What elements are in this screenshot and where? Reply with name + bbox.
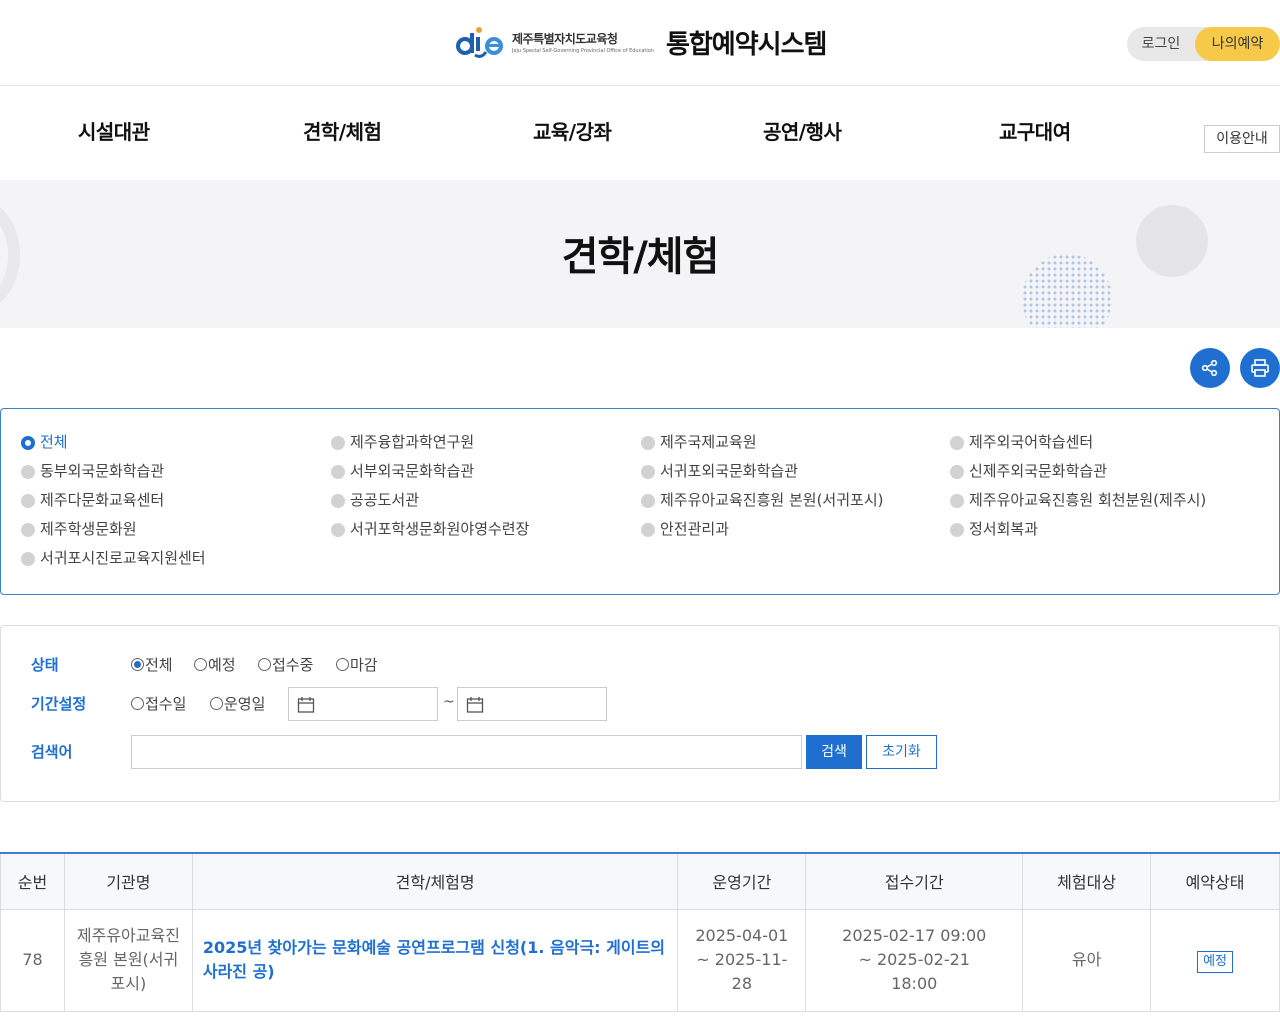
site-logo[interactable]: 제주특별자치도교육청 Jeju Special Self-Governing P… <box>456 22 827 62</box>
radio-icon <box>21 494 35 508</box>
radio-icon <box>210 697 223 710</box>
nav-item-education[interactable]: 교육/강좌 <box>533 116 612 145</box>
row-status-cell: 예정 <box>1150 908 1280 1012</box>
page-hero: 견학/체험 <box>0 180 1280 328</box>
org-name: 제주특별자치도교육청 <box>512 32 618 46</box>
login-button[interactable]: 로그인 <box>1127 27 1195 61</box>
radio-icon <box>331 436 345 450</box>
radio-icon <box>336 658 349 671</box>
search-form <box>0 625 1280 802</box>
column-header-name: 견학/체험명 <box>191 853 679 910</box>
status-option-open[interactable]: 접수중 <box>258 654 313 675</box>
org-option[interactable]: 제주융합과학연구원 <box>331 431 474 452</box>
nav-item-rental[interactable]: 교구대여 <box>999 116 1071 145</box>
row-title-link[interactable]: 2025년 찾아가는 문화예술 공연프로그램 신청(1. 음악극: 게이트의 사… <box>191 908 679 1012</box>
org-option[interactable]: 제주다문화교육센터 <box>21 489 164 510</box>
radio-icon <box>21 465 35 479</box>
column-header-no: 순번 <box>0 853 65 910</box>
search-button[interactable]: 검색 <box>806 735 862 769</box>
row-op-period: 2025-04-01 ~ 2025-11-28 <box>677 908 807 1012</box>
site-header: 제주특별자치도교육청 Jeju Special Self-Governing P… <box>0 0 1280 86</box>
nav-item-performance[interactable]: 공연/행사 <box>763 116 842 145</box>
org-option-all[interactable]: 전체 <box>21 431 68 452</box>
radio-selected-icon <box>21 436 35 450</box>
keyword-label: 검색어 <box>31 743 73 761</box>
radio-icon <box>21 523 35 537</box>
radio-icon <box>331 465 345 479</box>
organization-filter: 전체 제주융합과학연구원 제주국제교육원 제주외국어학습센터 동부외국문화학습관… <box>0 408 1280 595</box>
radio-icon <box>950 436 964 450</box>
radio-icon <box>641 465 655 479</box>
org-option[interactable]: 서부외국문화학습관 <box>331 460 474 481</box>
page-title: 견학/체험 <box>561 234 720 280</box>
radio-icon <box>331 523 345 537</box>
radio-selected-icon <box>131 658 144 671</box>
column-header-org: 기관명 <box>63 853 193 910</box>
row-org: 제주유아교육진흥원 본원(서귀포시) <box>63 908 193 1012</box>
my-reservation-button[interactable]: 나의예약 <box>1195 27 1280 61</box>
column-header-op-period: 운영기간 <box>677 853 807 910</box>
row-reg-period: 2025-02-17 09:00 ~ 2025-02-21 18:00 <box>805 908 1024 1012</box>
main-nav: 시설대관 견학/체험 교육/강좌 공연/행사 교구대여 <box>0 86 1280 180</box>
org-option[interactable]: 동부외국문화학습관 <box>21 460 164 481</box>
auth-buttons: 로그인 나의예약 <box>1127 27 1280 61</box>
org-english-name: Jeju Special Self-Governing Provincial O… <box>512 48 654 54</box>
org-option[interactable]: 제주학생문화원 <box>21 518 137 539</box>
period-option-registration[interactable]: 접수일 <box>131 693 186 714</box>
status-label: 상태 <box>31 656 59 674</box>
system-title: 통합예약시스템 <box>665 29 827 60</box>
nav-item-tour[interactable]: 견학/체험 <box>303 116 382 145</box>
org-option[interactable]: 제주국제교육원 <box>641 431 757 452</box>
radio-icon <box>641 523 655 537</box>
org-option[interactable]: 제주유아교육진흥원 회천분원(제주시) <box>950 489 1206 510</box>
column-header-target: 체험대상 <box>1022 853 1152 910</box>
radio-icon <box>950 494 964 508</box>
row-number: 78 <box>0 908 65 1012</box>
logo-mark-icon <box>456 25 504 59</box>
radio-icon <box>258 658 271 671</box>
date-separator: ~ <box>443 694 455 710</box>
radio-icon <box>331 494 345 508</box>
end-date-input[interactable] <box>457 687 607 721</box>
results-table: 순번 기관명 견학/체험명 운영기간 접수기간 체험대상 예약상태 78 제주유… <box>0 852 1280 1012</box>
org-option[interactable]: 제주외국어학습센터 <box>950 431 1093 452</box>
start-date-input[interactable] <box>288 687 438 721</box>
radio-icon <box>194 658 207 671</box>
radio-icon <box>131 697 144 710</box>
calendar-icon <box>297 697 315 713</box>
guide-button[interactable]: 이용안내 <box>1204 125 1280 153</box>
status-badge: 예정 <box>1197 950 1233 973</box>
org-option[interactable]: 서귀포시진로교육지원센터 <box>21 547 206 568</box>
column-header-reg-period: 접수기간 <box>805 853 1024 910</box>
status-option-scheduled[interactable]: 예정 <box>194 654 236 675</box>
status-option-closed[interactable]: 마감 <box>336 654 378 675</box>
period-label: 기간설정 <box>31 695 87 713</box>
radio-icon <box>641 494 655 508</box>
org-option[interactable]: 신제주외국문화학습관 <box>950 460 1107 481</box>
nav-item-facility[interactable]: 시설대관 <box>78 116 150 145</box>
radio-icon <box>950 465 964 479</box>
org-option[interactable]: 정서회복과 <box>950 518 1038 539</box>
reset-button[interactable]: 초기화 <box>866 735 937 769</box>
org-option[interactable]: 제주유아교육진흥원 본원(서귀포시) <box>641 489 883 510</box>
period-option-operation[interactable]: 운영일 <box>210 693 265 714</box>
share-button[interactable] <box>1190 348 1230 388</box>
row-target: 유아 <box>1022 908 1152 1012</box>
table-row[interactable]: 78 제주유아교육진흥원 본원(서귀포시) 2025년 찾아가는 문화예술 공연… <box>0 908 1280 1012</box>
org-option[interactable]: 서귀포외국문화학습관 <box>641 460 798 481</box>
keyword-input[interactable] <box>131 735 802 769</box>
radio-icon <box>21 552 35 566</box>
org-option[interactable]: 서귀포학생문화원야영수련장 <box>331 518 529 539</box>
radio-icon <box>641 436 655 450</box>
table-header-row: 순번 기관명 견학/체험명 운영기간 접수기간 체험대상 예약상태 <box>0 853 1280 910</box>
radio-icon <box>950 523 964 537</box>
org-option[interactable]: 안전관리과 <box>641 518 729 539</box>
column-header-status: 예약상태 <box>1150 853 1280 910</box>
print-button[interactable] <box>1240 348 1280 388</box>
status-option-all[interactable]: 전체 <box>131 654 173 675</box>
org-option[interactable]: 공공도서관 <box>331 489 419 510</box>
share-icon <box>1201 359 1218 377</box>
print-icon <box>1251 359 1269 377</box>
calendar-icon <box>466 697 484 713</box>
